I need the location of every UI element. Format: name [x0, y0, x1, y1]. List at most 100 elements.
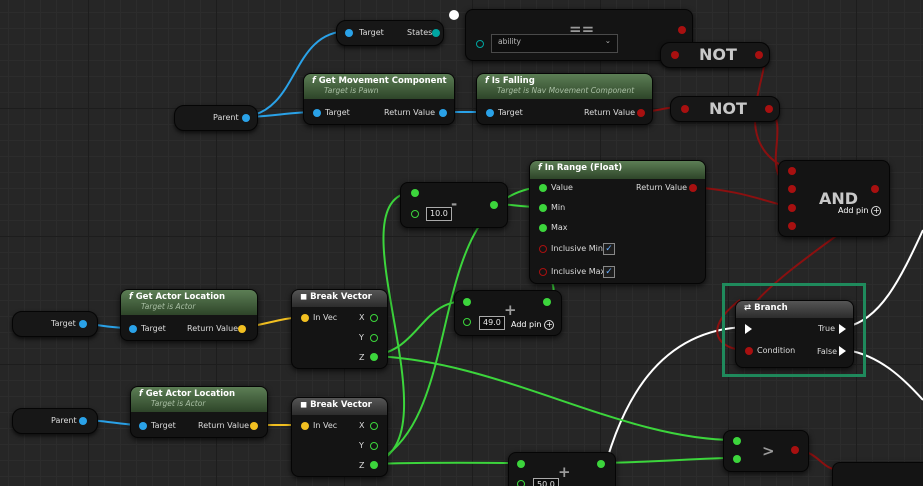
and-input-c-pin[interactable]	[788, 204, 796, 212]
enum-compare-node[interactable]: == ability ⌄	[465, 9, 693, 61]
add-bottom-input-b-pin[interactable]	[517, 480, 525, 486]
wire-z2-to-addbottom[interactable]	[371, 461, 518, 465]
in-range-value-pin[interactable]	[539, 184, 547, 192]
enum-value-dropdown[interactable]: ability ⌄	[491, 34, 618, 53]
inclusive-max-pin[interactable]	[539, 268, 547, 276]
add-value-field[interactable]: 49.0	[479, 316, 505, 330]
not2-input-pin[interactable]	[681, 105, 689, 113]
parent-variable-node-bottom[interactable]: Parent	[12, 408, 98, 434]
and-output-pin[interactable]	[871, 185, 879, 193]
in-range-return-pin[interactable]	[689, 184, 697, 192]
subtract-input-a-pin[interactable]	[411, 189, 419, 197]
get-actor-location-node-1[interactable]: f Get Actor Location Target is Actor Targ…	[120, 289, 258, 341]
inclusive-max-checkbox[interactable]: ✓	[603, 266, 615, 278]
get-actor-location-1-target-pin[interactable]	[129, 325, 137, 333]
break-vector-1-in-pin[interactable]	[301, 314, 309, 322]
target-variable-output-pin[interactable]	[79, 320, 87, 328]
greater-input-b-pin[interactable]	[733, 455, 741, 463]
get-movement-target-pin[interactable]	[313, 109, 321, 117]
is-falling-return-pin[interactable]	[637, 109, 645, 117]
not1-input-pin[interactable]	[671, 51, 679, 59]
subtract-input-b-pin[interactable]	[411, 210, 419, 218]
not2-output-pin[interactable]	[765, 105, 773, 113]
break-vector-1-x-pin[interactable]	[370, 314, 378, 322]
subtract-output-pin[interactable]	[490, 201, 498, 209]
not-node-2[interactable]: NOT	[670, 96, 780, 122]
break-vector-1-z-label: Z	[359, 353, 365, 362]
greater-input-a-pin[interactable]	[733, 437, 741, 445]
chevron-down-icon: ⌄	[604, 36, 611, 45]
branch-condition-pin[interactable]	[745, 347, 753, 355]
get-actor-location-2-target-pin[interactable]	[139, 422, 147, 430]
get-actor-location-2-return-pin[interactable]	[250, 422, 258, 430]
branch-false-pin[interactable]	[839, 346, 846, 356]
in-range-max-pin[interactable]	[539, 224, 547, 232]
add-output-pin[interactable]	[543, 298, 551, 306]
function-icon: f	[312, 76, 316, 86]
in-range-min-pin[interactable]	[539, 204, 547, 212]
get-actor-location-2-return-label: Return Value	[198, 421, 250, 430]
get-actor-location-2-title: Get Actor Location	[145, 389, 236, 399]
blueprint-graph-canvas[interactable]: == ability ⌄ Target States NOT NOT Paren…	[0, 0, 923, 486]
is-falling-node[interactable]: f Is Falling Target is Nav Movement Compo…	[476, 73, 653, 125]
branch-node[interactable]: ⇄ Branch True Condition False	[735, 300, 854, 368]
and-add-pin-button[interactable]: Add pin +	[838, 206, 882, 216]
break-vector-node-1[interactable]: ◼ Break Vector In Vec X Y Z	[291, 289, 388, 369]
get-actor-location-node-2[interactable]: f Get Actor Location Target is Actor Targ…	[130, 386, 268, 438]
and-input-a-pin[interactable]	[788, 167, 796, 175]
target-input-pin[interactable]	[345, 29, 353, 37]
add-pin-icon: +	[871, 206, 882, 216]
not1-output-pin[interactable]	[755, 51, 763, 59]
break-vector-2-in-pin[interactable]	[301, 422, 309, 430]
add-node[interactable]: 49.0 + Add pin +	[454, 290, 562, 336]
wire-z1-to-greater[interactable]	[371, 355, 736, 441]
add-input-b-pin[interactable]	[463, 318, 471, 326]
in-range-title: In Range (Float)	[544, 163, 623, 173]
in-range-value-label: Value	[551, 183, 573, 192]
subtract-node[interactable]: 10.0 -	[400, 182, 508, 228]
branch-exec-in-pin[interactable]	[745, 324, 752, 334]
get-movement-return-pin[interactable]	[439, 109, 447, 117]
inclusive-min-pin[interactable]	[539, 245, 547, 253]
add-node-bottom[interactable]: 50.0 +	[508, 452, 616, 486]
target-states-node[interactable]: Target States	[336, 20, 444, 46]
break-vector-2-y-pin[interactable]	[370, 442, 378, 450]
parent-bottom-output-pin[interactable]	[79, 417, 87, 425]
add-bottom-value-field[interactable]: 50.0	[533, 478, 559, 486]
greater-than-node[interactable]: >	[723, 430, 809, 472]
not-node-1[interactable]: NOT	[660, 42, 770, 68]
branch-title: Branch	[754, 303, 788, 313]
break-vector-node-2[interactable]: ◼ Break Vector In Vec X Y Z	[291, 397, 388, 477]
get-movement-component-node[interactable]: f Get Movement Component Target is Pawn T…	[303, 73, 455, 125]
is-falling-target-pin[interactable]	[486, 109, 494, 117]
enum-compare-output-pin[interactable]	[678, 26, 686, 34]
greater-output-pin[interactable]	[791, 446, 799, 454]
break-vector-1-y-pin[interactable]	[370, 334, 378, 342]
add-bottom-output-pin[interactable]	[597, 460, 605, 468]
branch-icon: ⇄	[744, 303, 752, 313]
break-vector-1-z-pin[interactable]	[370, 353, 378, 361]
wire-addbottom-to-greater[interactable]	[598, 457, 736, 464]
target-variable-node[interactable]: Target	[12, 311, 98, 337]
branch-condition-label: Condition	[757, 346, 796, 355]
inclusive-min-checkbox[interactable]: ✓	[603, 243, 615, 255]
and-input-d-pin[interactable]	[788, 222, 796, 230]
break-vector-2-x-pin[interactable]	[370, 422, 378, 430]
branch-true-pin[interactable]	[839, 324, 846, 334]
add-add-pin-button[interactable]: Add pin +	[511, 320, 555, 330]
states-output-pin[interactable]	[432, 29, 440, 37]
add-bottom-input-a-pin[interactable]	[517, 460, 525, 468]
add-input-a-pin[interactable]	[463, 298, 471, 306]
is-falling-target-label: Target	[498, 108, 523, 117]
enum-input-pin[interactable]	[476, 40, 484, 48]
in-range-float-node[interactable]: f In Range (Float) Value Return Value Min…	[529, 160, 706, 284]
and-node[interactable]: AND Add pin +	[778, 160, 890, 237]
parent-variable-node-top[interactable]: Parent	[174, 105, 258, 131]
get-actor-location-1-return-pin[interactable]	[238, 325, 246, 333]
and-input-b-pin[interactable]	[788, 185, 796, 193]
subtract-value-field[interactable]: 10.0	[426, 207, 452, 221]
break-vector-2-z-pin[interactable]	[370, 461, 378, 469]
offscreen-node[interactable]	[832, 462, 923, 486]
in-range-max-label: Max	[551, 223, 568, 232]
parent-top-output-pin[interactable]	[242, 114, 250, 122]
